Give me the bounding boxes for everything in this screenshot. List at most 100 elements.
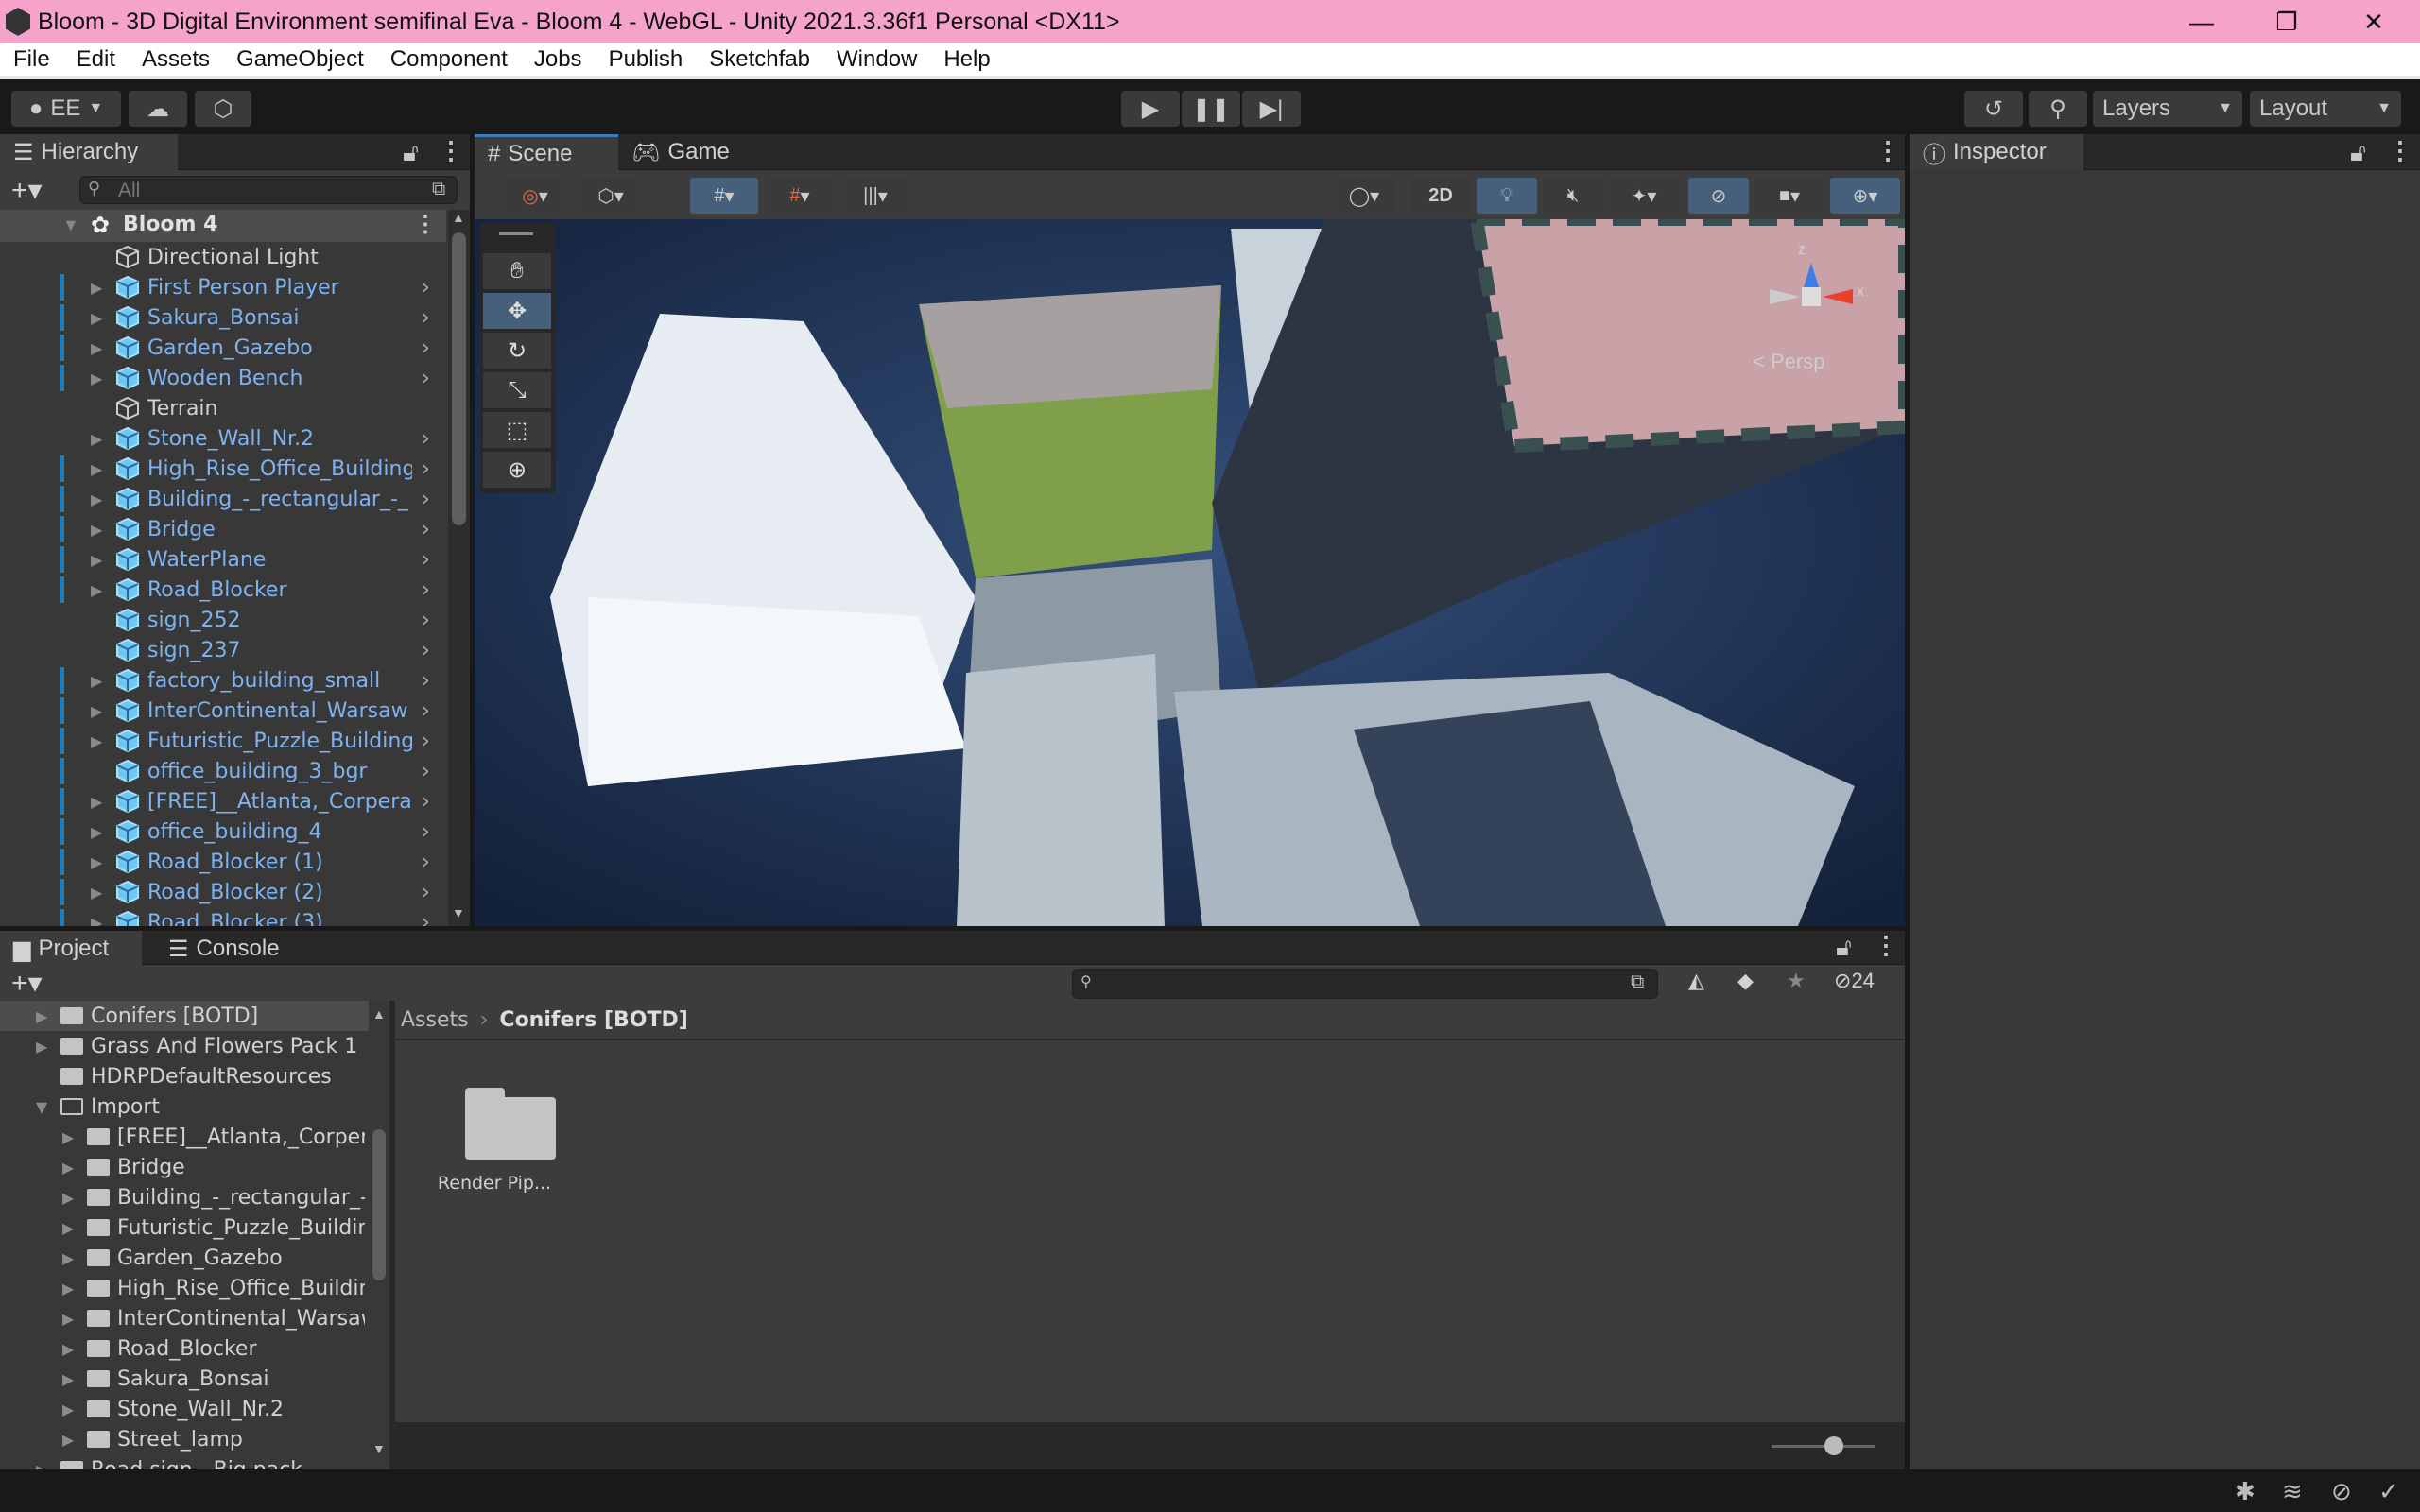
gizmo-neg-x-axis[interactable] — [1770, 289, 1800, 304]
expand-arrow-icon[interactable]: ▶ — [91, 279, 102, 297]
open-prefab-icon[interactable]: › — [422, 367, 430, 390]
expand-arrow-icon[interactable]: ▶ — [91, 581, 102, 599]
open-prefab-icon[interactable]: › — [422, 760, 430, 783]
folder-tree-item[interactable]: ▶ InterContinental_Warsaw — [0, 1303, 369, 1333]
hierarchy-item[interactable]: ▶ WaterPlane › — [0, 544, 444, 575]
hierarchy-item[interactable]: ▶ Futuristic_Puzzle_Building › — [0, 726, 444, 756]
more-options-icon[interactable]: ⋮ — [1876, 136, 1900, 165]
expand-arrow-icon[interactable]: ▶ — [62, 1400, 74, 1418]
open-prefab-icon[interactable]: › — [422, 911, 430, 927]
cache-icon[interactable]: ≋ — [2282, 1477, 2303, 1506]
menu-help[interactable]: Help — [943, 46, 990, 73]
folder-tree-item[interactable]: ▶ Sakura_Bonsai — [0, 1364, 369, 1394]
tab-project[interactable]: ▆ Project — [0, 931, 142, 967]
shading-mode-dropdown[interactable]: ◯ ▾ — [1333, 178, 1395, 214]
scroll-down-icon[interactable]: ▼ — [452, 905, 465, 920]
ruler-button[interactable]: ||| ▾ — [841, 178, 909, 214]
hierarchy-item[interactable]: Terrain — [0, 393, 444, 423]
hierarchy-item[interactable]: ▶ First Person Player › — [0, 272, 444, 302]
scene-viewport[interactable]: x z < Persp — [475, 219, 1905, 926]
open-prefab-icon[interactable]: › — [422, 427, 430, 451]
hierarchy-search-input[interactable]: ⚲ All ⧉ — [79, 176, 458, 204]
project-search-input[interactable]: ⚲ ⧉ — [1072, 969, 1658, 999]
menu-component[interactable]: Component — [390, 46, 508, 73]
folder-tree-item[interactable]: ▶ Road_Blocker — [0, 1333, 369, 1364]
gizmo-y-axis[interactable] — [1804, 263, 1819, 287]
icon-size-slider[interactable] — [1772, 1445, 1876, 1448]
account-dropdown[interactable]: ● EE ▼ — [11, 91, 121, 127]
expand-arrow-icon[interactable]: ▶ — [62, 1189, 74, 1207]
pause-button[interactable]: ❚❚ — [1182, 91, 1240, 127]
hidden-packages-button[interactable]: ⊘24 — [1834, 969, 1875, 993]
gizmo-center-cube[interactable] — [1802, 287, 1821, 306]
expand-arrow-icon[interactable]: ▶ — [36, 1461, 47, 1470]
folder-tree-item[interactable]: ▶ Conifers [BOTD] — [0, 1001, 369, 1031]
open-prefab-icon[interactable]: › — [422, 548, 430, 572]
scroll-up-icon[interactable]: ▲ — [372, 1006, 386, 1022]
expand-arrow-icon[interactable]: ▶ — [62, 1431, 74, 1449]
expand-arrow-icon[interactable]: ▶ — [91, 369, 102, 387]
folder-tree-item[interactable]: ▶ High_Rise_Office_Building — [0, 1273, 369, 1303]
expand-arrow-icon[interactable]: ▶ — [62, 1310, 74, 1328]
hierarchy-scrollbar[interactable]: ▲ ▼ — [448, 210, 470, 926]
hierarchy-item[interactable]: office_building_3_bgr › — [0, 756, 444, 786]
expand-arrow-icon[interactable]: ▶ — [91, 823, 102, 841]
more-options-icon[interactable]: ⋮ — [1874, 931, 1898, 960]
expand-arrow-icon[interactable]: ▶ — [62, 1159, 74, 1177]
layout-dropdown[interactable]: Layout ▼ — [2250, 91, 2401, 127]
expand-arrow-icon[interactable]: ▶ — [91, 460, 102, 478]
scene-root-row[interactable]: ▼ ✿ Bloom 4 ⋮ — [0, 210, 446, 242]
hierarchy-item[interactable]: ▶ factory_building_small › — [0, 665, 444, 696]
expand-arrow-icon[interactable]: ▶ — [91, 551, 102, 569]
folder-tree-item[interactable]: ▶ Futuristic_Puzzle_Building — [0, 1212, 369, 1243]
expand-arrow-icon[interactable]: ▶ — [91, 853, 102, 871]
camera-dropdown[interactable]: ■ ▾ — [1754, 178, 1824, 214]
transform-tool[interactable]: ⊕ — [483, 452, 551, 488]
tree-scrollbar[interactable]: ▲ ▼ — [369, 1006, 389, 1469]
open-prefab-icon[interactable]: › — [422, 518, 430, 541]
hand-tool[interactable]: ✋︎ — [483, 253, 551, 289]
debug-icon[interactable]: ✱ — [2235, 1477, 2256, 1506]
move-tool[interactable]: ✥ — [483, 293, 551, 329]
open-prefab-icon[interactable]: › — [422, 881, 430, 904]
projection-toggle[interactable]: < Persp — [1753, 350, 1824, 374]
transform-tool-dropdown[interactable]: ◎ ▾ — [505, 178, 565, 214]
favorite-star-icon[interactable]: ★ — [1787, 969, 1806, 993]
rotate-tool[interactable]: ↻ — [483, 333, 551, 369]
hierarchy-item[interactable]: ▶ InterContinental_Warsaw › — [0, 696, 444, 726]
orientation-gizmo[interactable]: x z < Persp — [1739, 242, 1891, 376]
label-icon[interactable]: ◆ — [1737, 969, 1754, 993]
hierarchy-item[interactable]: Directional Light — [0, 242, 444, 272]
open-prefab-icon[interactable]: › — [422, 669, 430, 693]
expand-arrow-icon[interactable]: ▶ — [91, 339, 102, 357]
expand-arrow-icon[interactable]: ▶ — [91, 884, 102, 902]
expand-arrow-icon[interactable]: ▶ — [91, 732, 102, 750]
menu-jobs[interactable]: Jobs — [534, 46, 582, 73]
folder-tree-item[interactable]: ▶ Building_-_rectangular_- — [0, 1182, 369, 1212]
scroll-up-icon[interactable]: ▲ — [452, 210, 465, 225]
hierarchy-item[interactable]: ▶ Road_Blocker (2) › — [0, 877, 444, 907]
expand-arrow-icon[interactable]: ▶ — [91, 672, 102, 690]
collapse-arrow-icon[interactable]: ▼ — [62, 215, 79, 235]
open-prefab-icon[interactable]: › — [422, 639, 430, 662]
hierarchy-item[interactable]: ▶ Road_Blocker (1) › — [0, 847, 444, 877]
expand-arrow-icon[interactable]: ▶ — [91, 309, 102, 327]
expand-arrow-icon[interactable]: ▶ — [91, 430, 102, 448]
expand-arrow-icon[interactable]: ▶ — [62, 1370, 74, 1388]
gizmo-x-axis[interactable] — [1823, 289, 1853, 304]
open-prefab-icon[interactable]: › — [422, 336, 430, 360]
hierarchy-item[interactable]: ▶ Wooden Bench › — [0, 363, 444, 393]
scrollbar-thumb[interactable] — [372, 1129, 386, 1280]
scene-more-icon[interactable]: ⋮ — [414, 211, 437, 238]
layers-dropdown[interactable]: Layers ▼ — [2093, 91, 2242, 127]
collapse-arrow-icon[interactable]: ▼ — [36, 1098, 47, 1116]
hierarchy-item[interactable]: ▶ Road_Blocker (3) › — [0, 907, 444, 926]
open-prefab-icon[interactable]: › — [422, 790, 430, 814]
expand-arrow-icon[interactable]: ▶ — [62, 1249, 74, 1267]
open-prefab-icon[interactable]: › — [422, 457, 430, 481]
breadcrumb-assets[interactable]: Assets — [401, 1008, 469, 1032]
expand-arrow-icon[interactable]: ▶ — [62, 1340, 74, 1358]
open-prefab-icon[interactable]: › — [422, 699, 430, 723]
menu-edit[interactable]: Edit — [77, 46, 115, 73]
palette-drag-handle[interactable] — [499, 232, 533, 235]
